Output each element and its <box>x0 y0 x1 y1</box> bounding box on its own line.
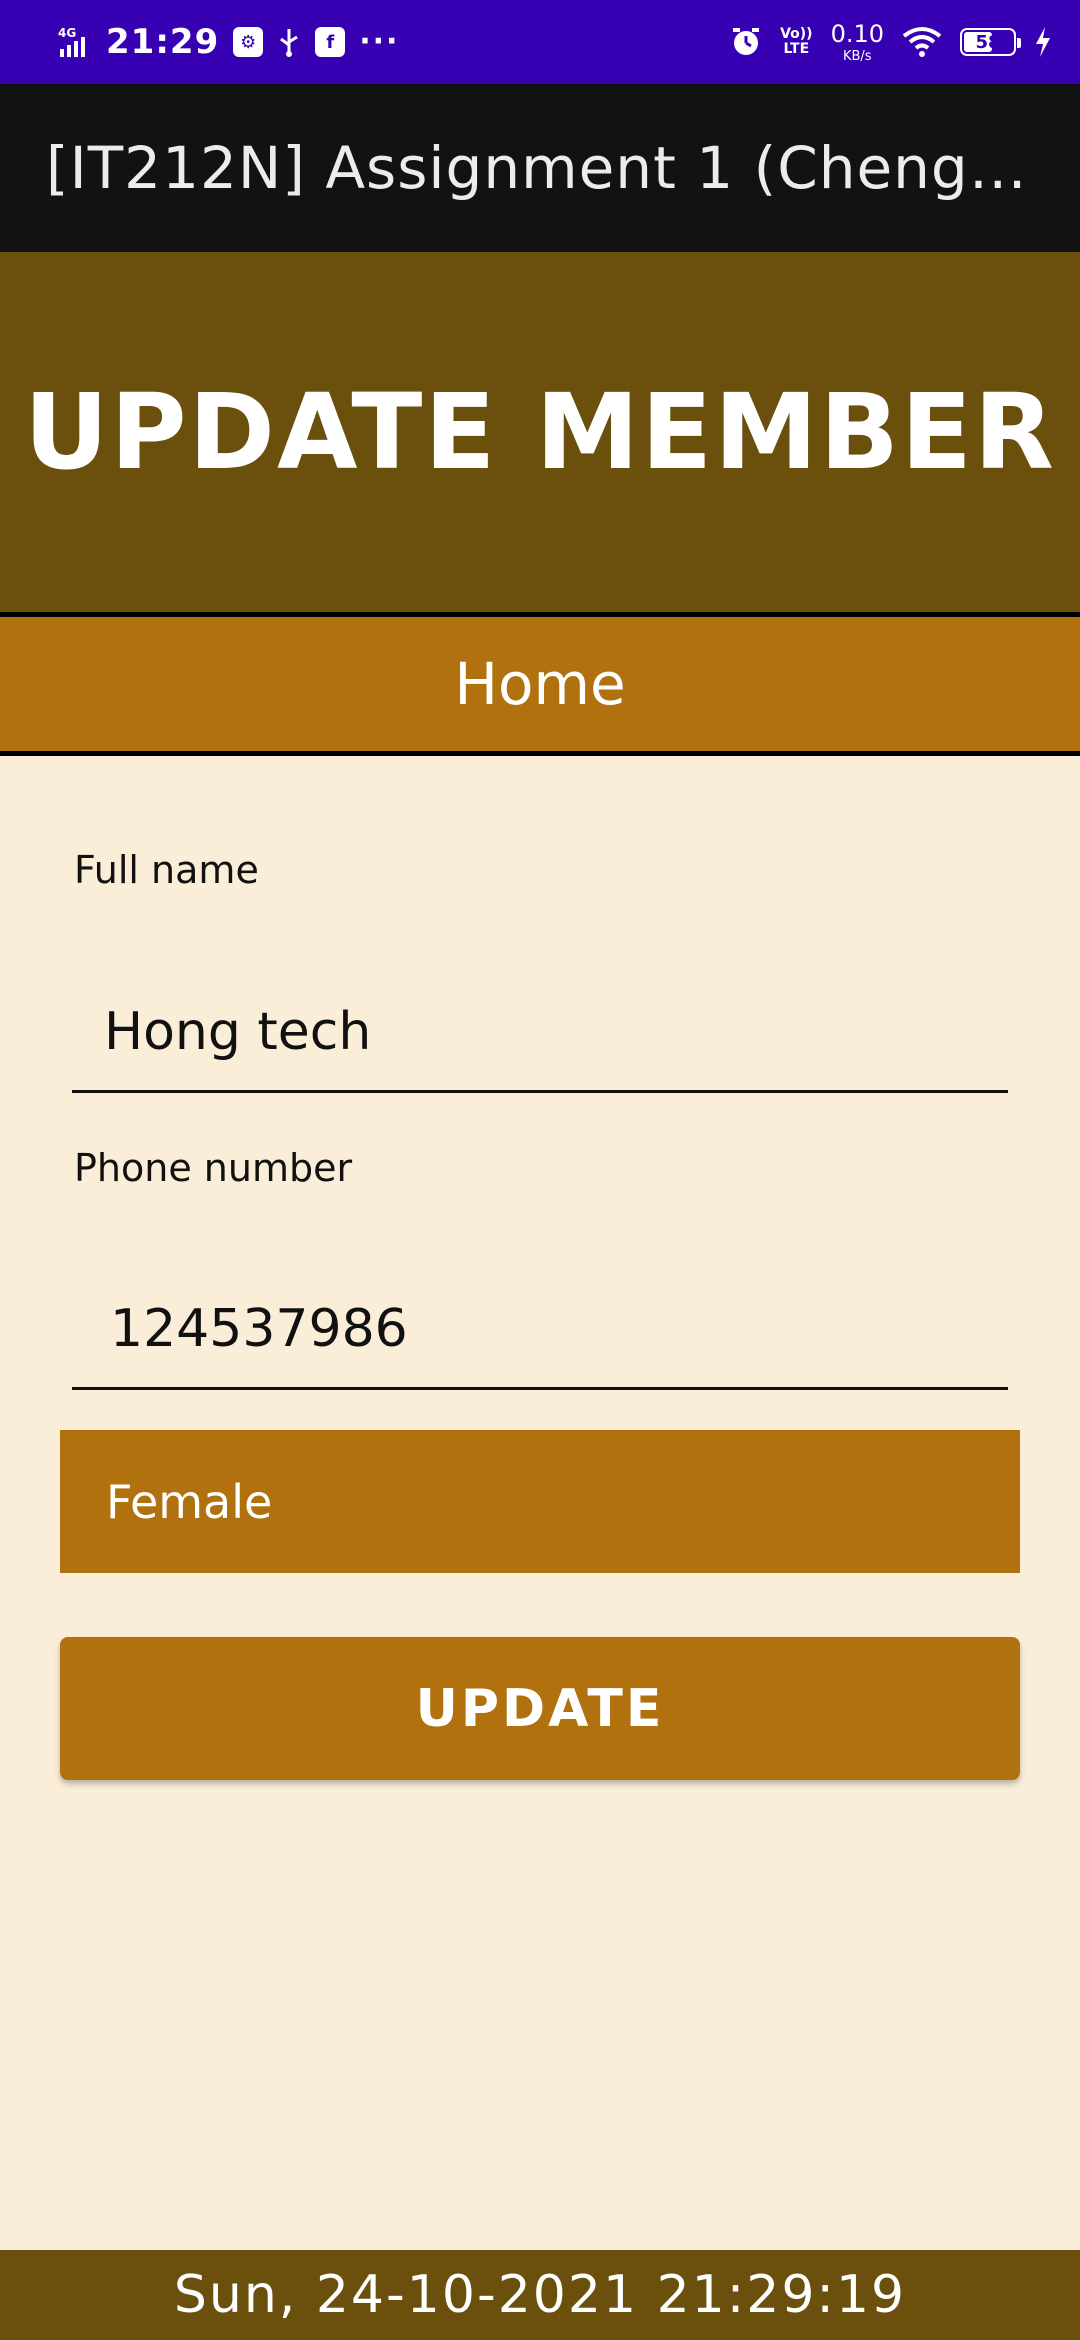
home-button-label: Home <box>454 650 626 718</box>
phone-number-field[interactable]: 124537986 <box>72 1299 1008 1390</box>
action-bar: [IT212N] Assignment 1 (Cheng Yo... <box>0 84 1080 252</box>
gender-value: Female <box>106 1474 273 1529</box>
network-speed: 0.10 KB/s <box>831 22 884 63</box>
full-name-field[interactable]: Hong tech <box>72 1002 1008 1093</box>
signal-icon: 4G <box>58 25 92 59</box>
phone-number-value: 124537986 <box>110 1299 408 1359</box>
status-time: 21:29 <box>106 22 220 62</box>
battery-icon: 58 <box>960 28 1021 56</box>
page-title: UPDATE MEMBER <box>23 371 1057 493</box>
network-speed-value: 0.10 <box>830 19 884 48</box>
battery-level: 58 <box>975 31 1001 53</box>
facebook-icon: f <box>315 27 346 57</box>
volte-icon: Vo)) LTE <box>780 27 812 57</box>
more-notifications-icon: ··· <box>359 24 400 59</box>
volte-top: Vo)) <box>780 26 813 42</box>
status-bar-left: 4G 21:29 ⚙ f ··· <box>58 0 399 84</box>
page-header: UPDATE MEMBER <box>0 252 1080 612</box>
nav-divider <box>0 751 1080 756</box>
update-button-label: UPDATE <box>415 1678 665 1739</box>
footer-datetime: Sun, 24-10-2021 21:29:19 <box>173 2265 907 2325</box>
screen: 4G 21:29 ⚙ f ··· Vo)) LTE 0.10 KB/s 58 [… <box>0 0 1080 2340</box>
gender-select[interactable]: Female <box>60 1430 1020 1573</box>
full-name-value: Hong tech <box>104 1002 372 1062</box>
status-bar-right: Vo)) LTE 0.10 KB/s 58 <box>730 0 1052 84</box>
home-button[interactable]: Home <box>0 617 1080 751</box>
update-button[interactable]: UPDATE <box>60 1637 1020 1780</box>
wifi-icon <box>902 26 942 58</box>
usb-debug-icon: ⚙ <box>233 27 264 57</box>
footer: Sun, 24-10-2021 21:29:19 <box>0 2250 1080 2340</box>
charging-icon <box>1034 26 1052 58</box>
status-bar: 4G 21:29 ⚙ f ··· Vo)) LTE 0.10 KB/s 58 <box>0 0 1080 84</box>
alarm-icon <box>730 26 762 58</box>
network-type: 4G <box>58 26 76 40</box>
full-name-label: Full name <box>74 848 259 892</box>
phone-number-label: Phone number <box>74 1146 353 1190</box>
app-title: [IT212N] Assignment 1 (Cheng Yo... <box>46 134 1034 202</box>
usb-icon <box>277 27 301 57</box>
network-speed-unit: KB/s <box>842 48 872 64</box>
volte-bottom: LTE <box>783 41 810 57</box>
